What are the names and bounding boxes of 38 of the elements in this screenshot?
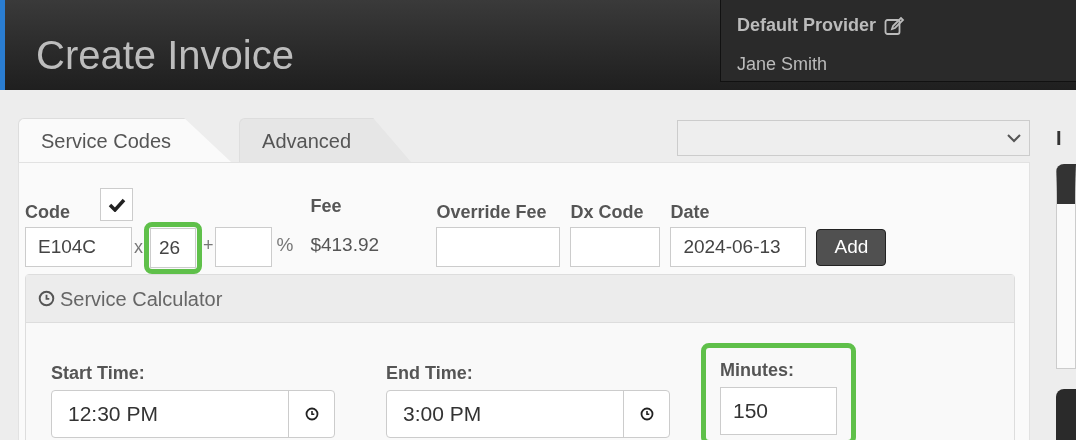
field-label: Date	[670, 203, 711, 221]
tab[interactable]: Advanced	[239, 118, 412, 162]
field-label: Dx Code	[570, 203, 645, 221]
page-title: Create Invoice	[35, 32, 295, 79]
field-label: Override Fee	[436, 203, 548, 221]
clock-icon	[304, 407, 319, 421]
side-heading: I	[1056, 126, 1063, 151]
quantity-field[interactable]: 26	[150, 228, 196, 268]
clock-icon	[38, 290, 55, 307]
field-label: Start Time:	[51, 364, 146, 382]
field-label: Code	[25, 203, 70, 221]
override-fee-field[interactable]	[436, 227, 561, 267]
chevron-down-icon	[1007, 133, 1021, 143]
end-time-field[interactable]: 3:00 PM	[386, 390, 670, 438]
minutes-field[interactable]: 150	[720, 387, 837, 435]
field-label: Minutes:	[720, 361, 795, 379]
start-time-field[interactable]: 12:30 PM	[51, 390, 335, 438]
plus-sign: +	[203, 234, 214, 257]
clock-icon	[639, 407, 654, 421]
provider-label: Default Provider	[737, 14, 877, 37]
field-label: Fee	[310, 196, 343, 215]
percent-field[interactable]	[214, 227, 272, 267]
percent-sign: %	[276, 232, 294, 257]
check-icon	[107, 197, 126, 212]
times-sign: x	[134, 236, 143, 259]
side-panel	[1056, 389, 1076, 440]
dx-code-field[interactable]	[570, 227, 661, 267]
dropdown[interactable]	[677, 120, 1030, 156]
field-label: End Time:	[386, 364, 474, 382]
checkbox[interactable]	[100, 188, 133, 221]
calculator-title: Service Calculator	[60, 286, 223, 312]
provider-name: Jane Smith	[737, 53, 829, 76]
add-button[interactable]: Add	[816, 229, 887, 266]
edit-icon[interactable]	[884, 15, 907, 36]
code-field[interactable]: E104C	[25, 227, 132, 267]
date-field[interactable]: 2024-06-13	[670, 227, 807, 267]
tab[interactable]: Service Codes	[18, 118, 232, 162]
fee-value: $413.92	[310, 232, 381, 257]
